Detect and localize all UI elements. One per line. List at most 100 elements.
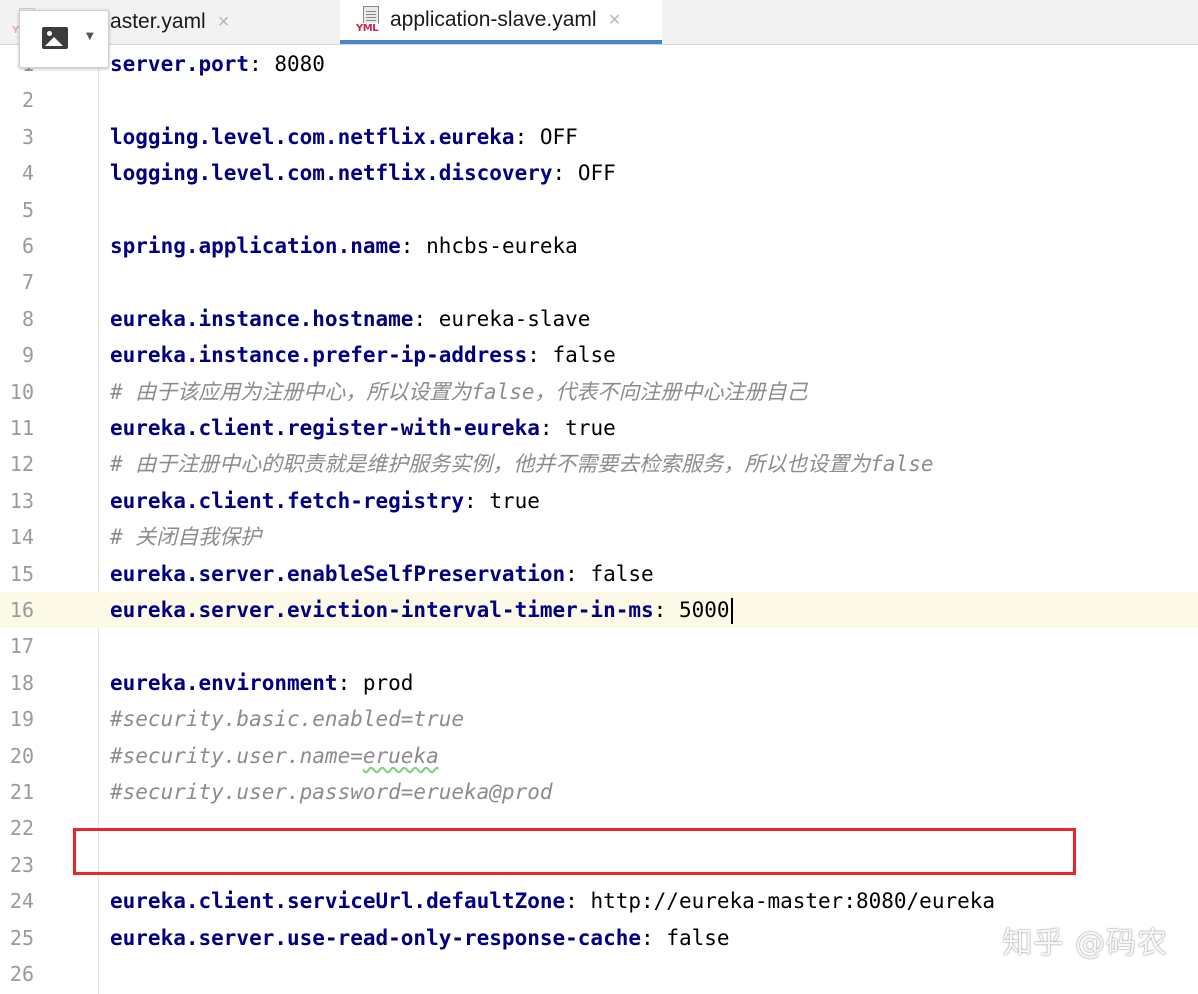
line-number: 13 [9,488,34,513]
line-content: logging.level.com.netflix.eureka: OFF [110,119,578,155]
code-line[interactable]: 21 #security.user.password=erueka@prod [0,774,1198,810]
code-line[interactable]: 16 eureka.server.eviction-interval-timer-… [0,592,1198,628]
line-content: logging.level.com.netflix.discovery: OFF [110,155,616,191]
yaml-separator: : [527,343,553,368]
yaml-separator: : [400,234,427,258]
line-number: 24 [9,889,34,914]
line-content: #security.user.name=erueka [110,738,439,774]
yaml-separator: : [565,889,591,914]
code-line[interactable]: 20 #security.user.name=erueka [0,738,1198,774]
code-line[interactable]: 19 #security.basic.enabled=true [0,701,1198,737]
line-number: 7 [21,270,34,295]
highlight-box [73,828,1076,875]
line-content: server.port: 8080 [110,46,325,82]
line-number: 26 [9,962,34,986]
yaml-value: false [552,343,616,368]
yaml-key: eureka.client.register-with-eureka [110,416,540,440]
line-content: #security.user.password=erueka@prod [110,774,553,810]
code-line[interactable]: 3 logging.level.com.netflix.eureka: OFF [0,119,1198,155]
code-line[interactable]: 2 [0,82,1198,118]
line-content: eureka.client.fetch-registry: true [110,483,540,519]
yaml-comment: # 由于注册中心的职责就是维护服务实例，他并不需要去检索服务，所以也设置为fal… [110,452,934,477]
chevron-down-icon[interactable]: ▼ [86,31,94,42]
line-content: eureka.client.serviceUrl.defaultZone: ht… [110,883,995,919]
close-icon[interactable]: × [218,11,230,34]
yaml-comment: # 关闭自我保护 [110,525,262,550]
line-number: 23 [9,852,34,877]
yaml-key: eureka.server.eviction-interval-timer-in… [110,598,654,622]
image-options-popup[interactable]: ▼ [19,10,109,68]
code-line[interactable]: 15 eureka.server.enableSelfPreservation: … [0,556,1198,592]
yaml-value: http://eureka-master:8080/eureka [590,889,996,914]
yaml-value: false [590,561,654,586]
yaml-key: server.port [110,52,250,76]
code-line[interactable]: 6 spring.application.name: nhcbs-eureka [0,228,1198,264]
code-line[interactable]: 4 logging.level.com.netflix.discovery: OF… [0,155,1198,191]
yaml-separator: : [249,52,275,76]
watermark: 知乎 @码农 [1002,926,1168,961]
yaml-separator: : [539,416,566,440]
yaml-comment: #security.user.password=erueka@prod [110,780,553,804]
line-number: 17 [9,634,34,659]
yaml-separator: : [565,561,591,586]
line-number: 20 [9,743,34,768]
yaml-comment: #security.user.name= [110,743,363,768]
code-line[interactable]: 11 eureka.client.register-with-eureka: tr… [0,410,1198,446]
line-content: eureka.server.eviction-interval-timer-in… [110,592,733,628]
code-line[interactable]: 8 eureka.instance.hostname: eureka-slave [0,301,1198,337]
line-number: 3 [21,124,34,149]
yaml-separator: : [641,925,667,950]
tab-label: application-slave.yaml [390,8,597,31]
code-line-highlighted[interactable]: 24 eureka.client.serviceUrl.defaultZone: … [0,883,1198,919]
yaml-value: OFF [539,124,578,149]
yaml-comment: #security.basic.enabled=true [110,707,465,732]
yaml-separator: : [337,670,363,695]
line-content: eureka.instance.prefer-ip-address: false [110,337,616,373]
yaml-value: false [666,925,730,950]
yaml-separator: : [552,161,578,186]
yaml-value: prod [362,670,414,695]
yaml-key: eureka.server.use-read-only-response-cac… [110,925,642,950]
image-icon[interactable] [42,27,68,49]
line-number: 6 [21,234,34,258]
yaml-key: eureka.client.fetch-registry [110,488,465,513]
code-line[interactable]: 1server.port: 8080 [0,46,1198,82]
yaml-key: logging.level.com.netflix.discovery [110,161,553,186]
close-icon[interactable]: × [609,9,621,32]
yaml-key: eureka.server.enableSelfPreservation [110,561,566,586]
yaml-separator: : [653,598,679,622]
yaml-key: eureka.instance.hostname [110,306,414,331]
code-line[interactable]: 17 [0,628,1198,664]
line-number: 2 [21,88,34,113]
line-number: 5 [21,197,34,222]
code-line[interactable]: 7 [0,264,1198,300]
line-number: 11 [9,416,34,440]
spellcheck-word: erueka [362,743,439,768]
yaml-key: eureka.client.serviceUrl.defaultZone [110,889,566,914]
line-number: 10 [9,379,34,404]
yaml-value: OFF [577,161,616,186]
line-number: 15 [9,561,34,586]
code-line[interactable]: 9 eureka.instance.prefer-ip-address: fals… [0,337,1198,373]
line-content: spring.application.name: nhcbs-eureka [110,228,578,264]
yaml-separator: : [413,306,439,331]
code-line[interactable]: 14 # 关闭自我保护 [0,519,1198,555]
line-content: eureka.server.use-read-only-response-cac… [110,920,730,956]
yaml-key: spring.application.name [110,234,401,258]
code-line[interactable]: 5 [0,192,1198,228]
yaml-comment: # 由于该应用为注册中心，所以设置为false，代表不向注册中心注册自己 [110,379,808,404]
code-line[interactable]: 10 # 由于该应用为注册中心，所以设置为false，代表不向注册中心注册自己 [0,374,1198,410]
line-number: 16 [9,598,34,622]
code-line[interactable]: 18 eureka.environment: prod [0,665,1198,701]
yaml-value: true [489,488,540,513]
code-line[interactable]: 13 eureka.client.fetch-registry: true [0,483,1198,519]
line-number: 25 [9,925,34,950]
line-content: eureka.client.register-with-eureka: true [110,410,616,446]
line-number: 22 [9,816,34,841]
line-content: eureka.environment: prod [110,665,413,701]
tab-application-slave[interactable]: YML application-slave.yaml × [340,0,662,44]
editor-tab-bar: YML ation-master.yaml × YML application-… [0,0,1198,45]
yml-file-icon: YML [356,6,384,34]
line-number: 4 [21,161,34,186]
code-line[interactable]: 12 # 由于注册中心的职责就是维护服务实例，他并不需要去检索服务，所以也设置为f… [0,446,1198,482]
